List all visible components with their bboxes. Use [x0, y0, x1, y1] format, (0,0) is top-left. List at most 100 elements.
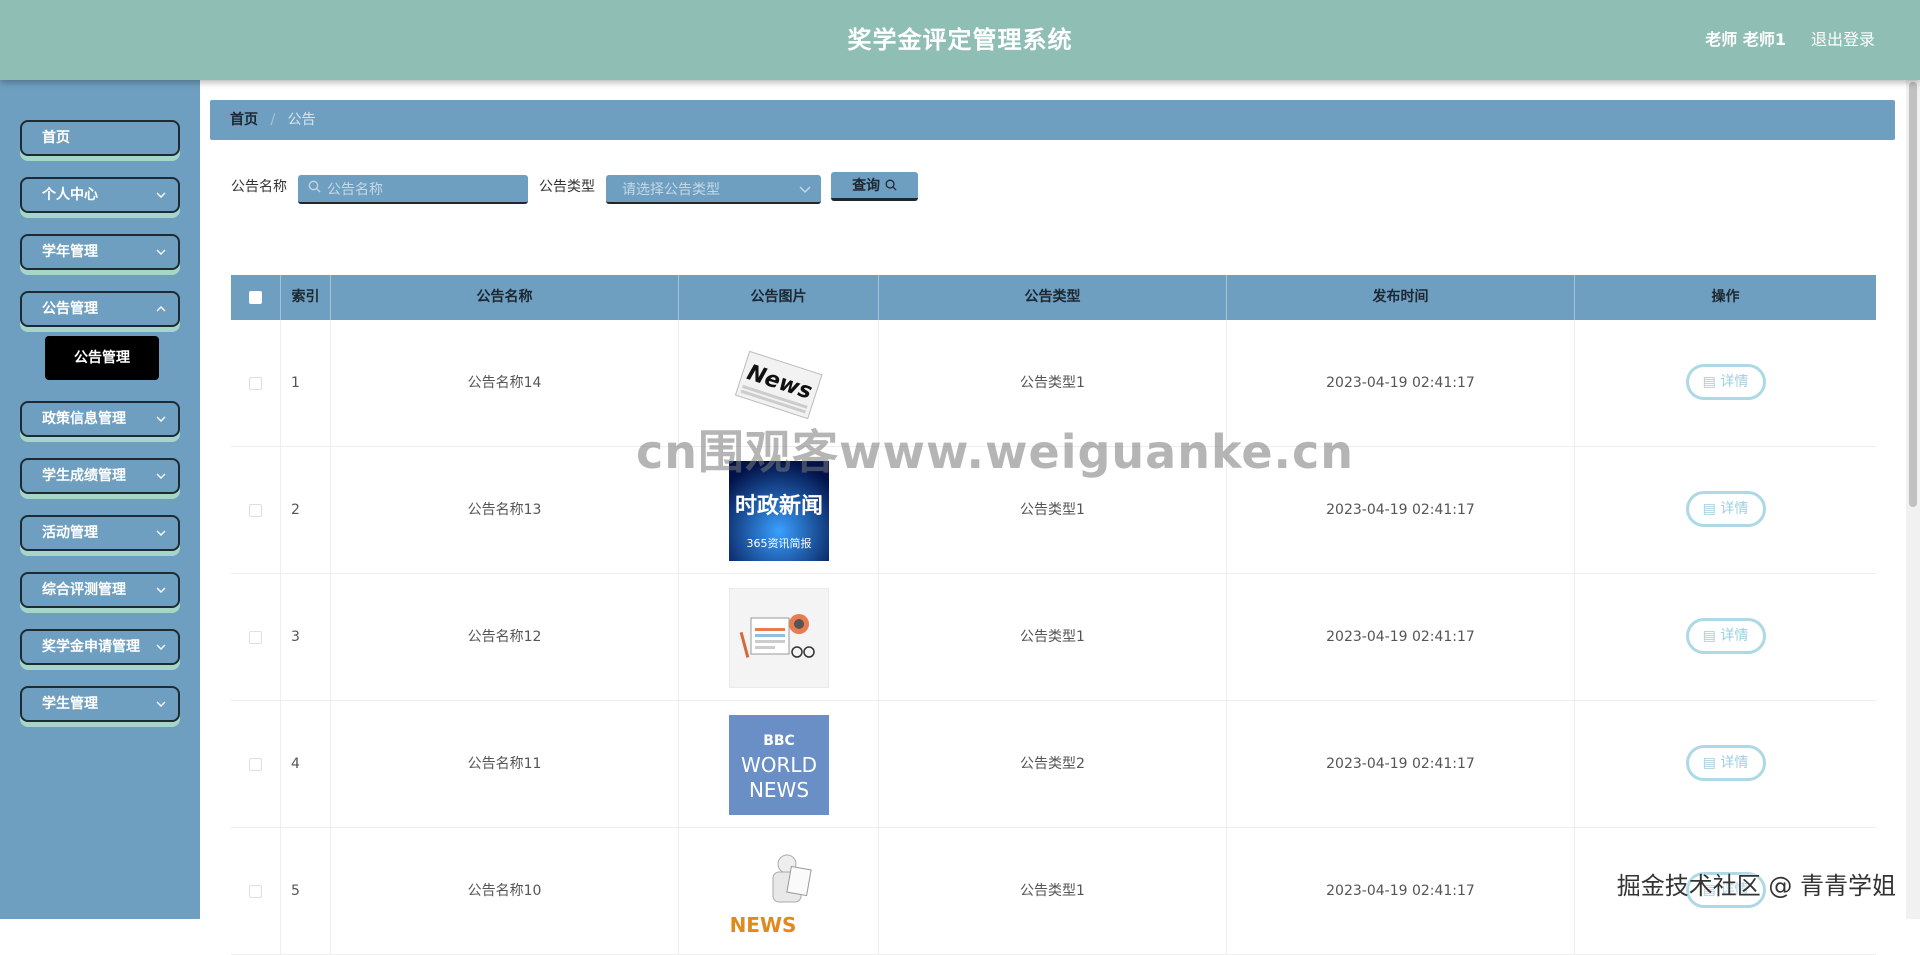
row-index: 2 — [281, 447, 331, 574]
header-index: 索引 — [281, 275, 331, 320]
header-actions: 操作 — [1711, 289, 1740, 305]
corner-watermark: 掘金技术社区 @ 青青学姐 — [1616, 872, 1896, 900]
detail-button[interactable]: ▤ 详情 — [1685, 491, 1766, 527]
row-type: 公告类型1 — [879, 447, 1227, 574]
sidebar-item-evaluation[interactable]: 综合评测管理 — [20, 572, 180, 608]
header-name: 公告名称 — [331, 275, 679, 320]
chevron-down-icon — [799, 182, 811, 198]
row-name: 公告名称10 — [331, 828, 679, 955]
sidebar-item-label: 个人中心 — [42, 187, 98, 203]
sidebar-item-student-grades[interactable]: 学生成绩管理 — [20, 458, 180, 494]
chevron-down-icon — [156, 460, 166, 492]
row-index: 3 — [281, 574, 331, 701]
row-checkbox[interactable] — [249, 631, 262, 644]
row-image-cell: BBC WORLD NEWS — [679, 701, 879, 828]
chevron-down-icon — [156, 517, 166, 549]
announcement-name-input[interactable]: 公告名称 — [298, 175, 528, 204]
search-icon — [885, 178, 897, 194]
row-name: 公告名称11 — [331, 701, 679, 828]
row-select-cell — [231, 701, 281, 828]
chevron-down-icon — [156, 631, 166, 663]
row-type: 公告类型2 — [879, 701, 1227, 828]
row-index: 5 — [281, 828, 331, 955]
detail-button[interactable]: ▤ 详情 — [1685, 745, 1766, 781]
detail-button[interactable]: ▤ 详情 — [1685, 618, 1766, 654]
breadcrumb-home[interactable]: 首页 — [230, 112, 258, 128]
row-checkbox[interactable] — [249, 504, 262, 517]
document-icon: ▤ — [1702, 628, 1716, 644]
sidebar-item-label: 学生成绩管理 — [42, 468, 126, 484]
sidebar-item-policy-info[interactable]: 政策信息管理 — [20, 401, 180, 437]
logout-button[interactable]: 退出登录 — [1811, 0, 1875, 80]
sidebar-item-student-mgmt[interactable]: 学生管理 — [20, 686, 180, 722]
sidebar-item-label: 奖学金申请管理 — [42, 639, 140, 655]
document-icon: ▤ — [1702, 755, 1716, 771]
shizheng-title: 时政新闻 — [734, 493, 822, 519]
row-actions: ▤ 详情 — [1575, 447, 1876, 574]
sidebar-item-label: 活动管理 — [42, 525, 98, 541]
row-type: 公告类型1 — [879, 828, 1227, 955]
select-all-cell — [231, 275, 281, 320]
sidebar-item-scholarship-apply[interactable]: 奖学金申请管理 — [20, 629, 180, 665]
chevron-down-icon — [156, 574, 166, 606]
bbc-line2: NEWS — [748, 778, 808, 802]
sidebar: 首页 个人中心 学年管理 公告管理 公告管理 政策信息管理 学生成绩管理 活动管… — [0, 80, 200, 919]
detail-button-label: 详情 — [1720, 374, 1749, 390]
detail-button-label: 详情 — [1720, 501, 1749, 517]
breadcrumb-current: 公告 — [287, 112, 316, 128]
row-image-cell: NEWS — [679, 828, 879, 955]
search-icon — [308, 180, 321, 197]
row-checkbox[interactable] — [249, 885, 262, 898]
sidebar-item-label: 首页 — [42, 130, 70, 146]
sidebar-item-activity[interactable]: 活动管理 — [20, 515, 180, 551]
chevron-down-icon — [156, 688, 166, 720]
row-time: 2023-04-19 02:41:17 — [1227, 828, 1575, 955]
news-illustration-image — [728, 588, 829, 688]
announcement-type-select[interactable]: 请选择公告类型 — [606, 175, 821, 204]
table-row: 1 公告名称14 News 公告类型1 2023-04-19 02:41:17 … — [231, 320, 1876, 447]
row-checkbox[interactable] — [249, 377, 262, 390]
announcement-type-label: 公告类型 — [539, 179, 595, 195]
row-name: 公告名称14 — [331, 320, 679, 447]
row-actions: ▤ 详情 — [1575, 701, 1876, 828]
row-actions: ▤ 详情 — [1575, 320, 1876, 447]
bbc-logo: BBC — [763, 733, 795, 749]
header-image: 公告图片 — [679, 275, 879, 320]
sidebar-item-announcement-mgmt[interactable]: 公告管理 — [20, 291, 180, 327]
app-title: 奖学金评定管理系统 — [847, 26, 1073, 54]
scrollbar-thumb[interactable] — [1909, 82, 1917, 507]
bbc-line1: WORLD — [741, 753, 817, 777]
chevron-down-icon — [156, 179, 166, 211]
row-type: 公告类型1 — [879, 320, 1227, 447]
chevron-up-icon — [156, 293, 166, 325]
row-checkbox[interactable] — [249, 758, 262, 771]
bbc-world-news-image: BBC WORLD NEWS — [728, 715, 829, 815]
query-button[interactable]: 查询 — [831, 172, 918, 201]
row-select-cell — [231, 320, 281, 447]
row-select-cell — [231, 447, 281, 574]
breadcrumb-separator: / — [270, 112, 276, 128]
shizheng-news-image: 时政新闻 365资讯简报 — [728, 461, 829, 561]
sidebar-item-label: 学生管理 — [42, 696, 98, 712]
chevron-down-icon — [156, 236, 166, 268]
detail-button[interactable]: ▤ 详情 — [1685, 364, 1766, 400]
document-icon: ▤ — [1702, 374, 1716, 390]
select-all-checkbox[interactable] — [249, 291, 262, 304]
sidebar-subitem-announcement[interactable]: 公告管理 — [45, 336, 159, 380]
row-name: 公告名称12 — [331, 574, 679, 701]
sidebar-item-label: 综合评测管理 — [42, 582, 126, 598]
query-button-label: 查询 — [852, 178, 881, 194]
chevron-down-icon — [156, 403, 166, 435]
sidebar-item-home[interactable]: 首页 — [20, 120, 180, 156]
sidebar-item-academic-year[interactable]: 学年管理 — [20, 234, 180, 270]
sidebar-item-personal-center[interactable]: 个人中心 — [20, 177, 180, 213]
row-index: 1 — [281, 320, 331, 447]
shizheng-subtitle: 365资讯简报 — [746, 536, 811, 550]
table-header: 索引 公告名称 公告图片 公告类型 发布时间 操作 — [231, 275, 1876, 320]
document-icon: ▤ — [1702, 501, 1716, 517]
row-time: 2023-04-19 02:41:17 — [1227, 701, 1575, 828]
announcement-name-placeholder: 公告名称 — [327, 181, 383, 198]
row-time: 2023-04-19 02:41:17 — [1227, 320, 1575, 447]
row-image-cell — [679, 574, 879, 701]
sidebar-item-label: 学年管理 — [42, 244, 98, 260]
